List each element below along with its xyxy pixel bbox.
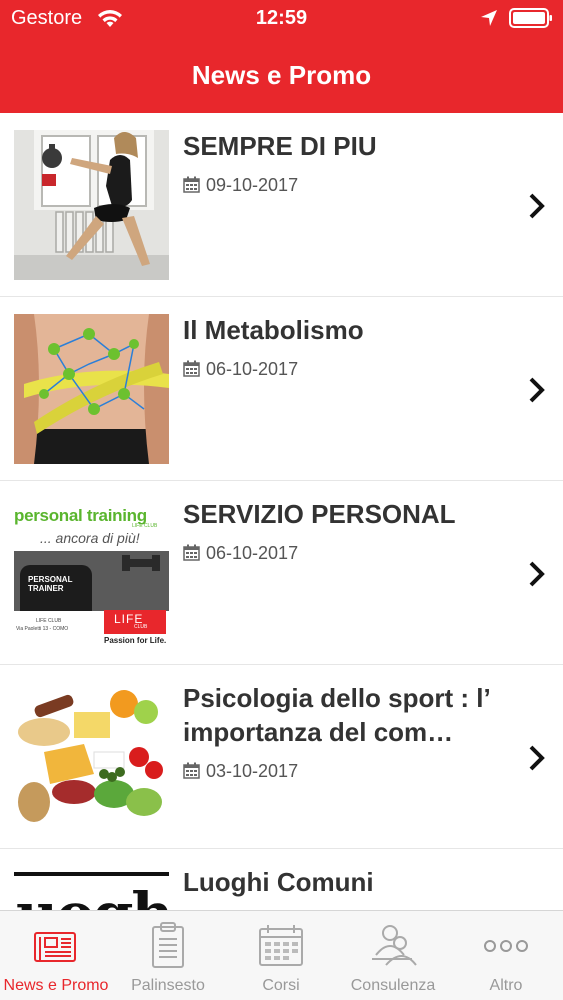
news-title: Il Metabolismo <box>183 315 364 345</box>
sign-lettering: uogh <box>16 880 169 910</box>
news-item[interactable]: SEMPRE DI PIU 09-10-2017 <box>0 113 563 297</box>
news-date-text: 09-10-2017 <box>206 175 299 195</box>
news-thumbnail <box>14 314 169 464</box>
calendar-icon <box>183 176 200 193</box>
navigation-header: Gestore 12:59 News e Promo <box>0 0 563 113</box>
news-date-text: 06-10-2017 <box>206 359 299 379</box>
woman-kettlebell-image <box>14 130 169 280</box>
news-item[interactable]: Il Metabolismo 06-10-2017 <box>0 297 563 481</box>
news-date: 09-10-2017 <box>183 175 298 196</box>
status-time: 12:59 <box>255 7 308 29</box>
flyer-logo: LIFE CLUB <box>104 610 166 634</box>
chevron-right-icon[interactable] <box>526 559 546 589</box>
news-date: 03-10-2017 <box>183 761 298 782</box>
tab-palinsesto[interactable]: Palinsesto <box>112 911 224 1000</box>
news-item[interactable]: uogh Luoghi Comuni <box>0 849 563 910</box>
news-list[interactable]: SEMPRE DI PIU 09-10-2017 Il Metabolismo … <box>0 113 563 910</box>
news-date-text: 06-10-2017 <box>206 543 299 563</box>
chevron-right-icon[interactable] <box>526 743 546 773</box>
news-date: 06-10-2017 <box>183 359 298 380</box>
chevron-right-icon[interactable] <box>526 191 546 221</box>
battery-icon <box>509 8 552 28</box>
news-thumbnail <box>14 682 169 832</box>
news-thumbnail <box>14 130 169 280</box>
flyer-tagline: Passion for Life. <box>104 636 167 645</box>
news-title: SERVIZIO PERSONAL <box>183 499 456 529</box>
tab-label: Altro <box>489 977 523 994</box>
clipboard-icon <box>152 922 184 968</box>
tab-bar: News e Promo Palinsesto Corsi Consulenza… <box>0 910 563 1000</box>
tab-consulenza[interactable]: Consulenza <box>337 911 449 1000</box>
tab-news-e-promo[interactable]: News e Promo <box>0 911 112 1000</box>
calendar-icon <box>183 762 200 779</box>
tab-altro[interactable]: Altro <box>450 911 562 1000</box>
healthy-food-image <box>14 682 169 832</box>
news-title: Psicologia dello sport : l’ importanza d… <box>183 683 490 747</box>
people-icon <box>372 925 417 966</box>
flyer-subline: ... ancora di più! <box>40 530 140 546</box>
news-item[interactable]: personal training LIFE CLUB ... ancora d… <box>0 481 563 665</box>
calendar-icon <box>183 544 200 561</box>
status-bar: Gestore 12:59 <box>0 0 563 38</box>
news-thumbnail: uogh <box>14 866 169 910</box>
chevron-right-icon[interactable] <box>526 375 546 405</box>
flyer-address: Via Paoletti 13 - COMO <box>16 626 69 632</box>
waist-measuring-image <box>14 314 169 464</box>
flyer-club: LIFE CLUB <box>36 618 62 624</box>
location-arrow-icon <box>481 10 497 26</box>
news-date-text: 03-10-2017 <box>206 761 299 781</box>
tab-corsi[interactable]: Corsi <box>225 911 337 1000</box>
news-date: 06-10-2017 <box>183 543 298 564</box>
calendar-icon <box>183 360 200 377</box>
news-thumbnail: personal training LIFE CLUB ... ancora d… <box>14 498 169 648</box>
calendar-icon <box>259 925 303 966</box>
news-item[interactable]: Psicologia dello sport : l’ importanza d… <box>0 665 563 849</box>
page-title: News e Promo <box>191 60 372 90</box>
news-title: SEMPRE DI PIU <box>183 131 377 161</box>
flyer-brand-small: LIFE CLUB <box>132 523 158 529</box>
flyer-shirt-text: PERSONAL TRAINER <box>28 575 73 593</box>
flyer-photo: PERSONAL TRAINER <box>14 551 169 611</box>
news-title: Luoghi Comuni <box>183 867 374 897</box>
more-icon <box>484 940 528 952</box>
newspaper-icon <box>34 932 76 962</box>
